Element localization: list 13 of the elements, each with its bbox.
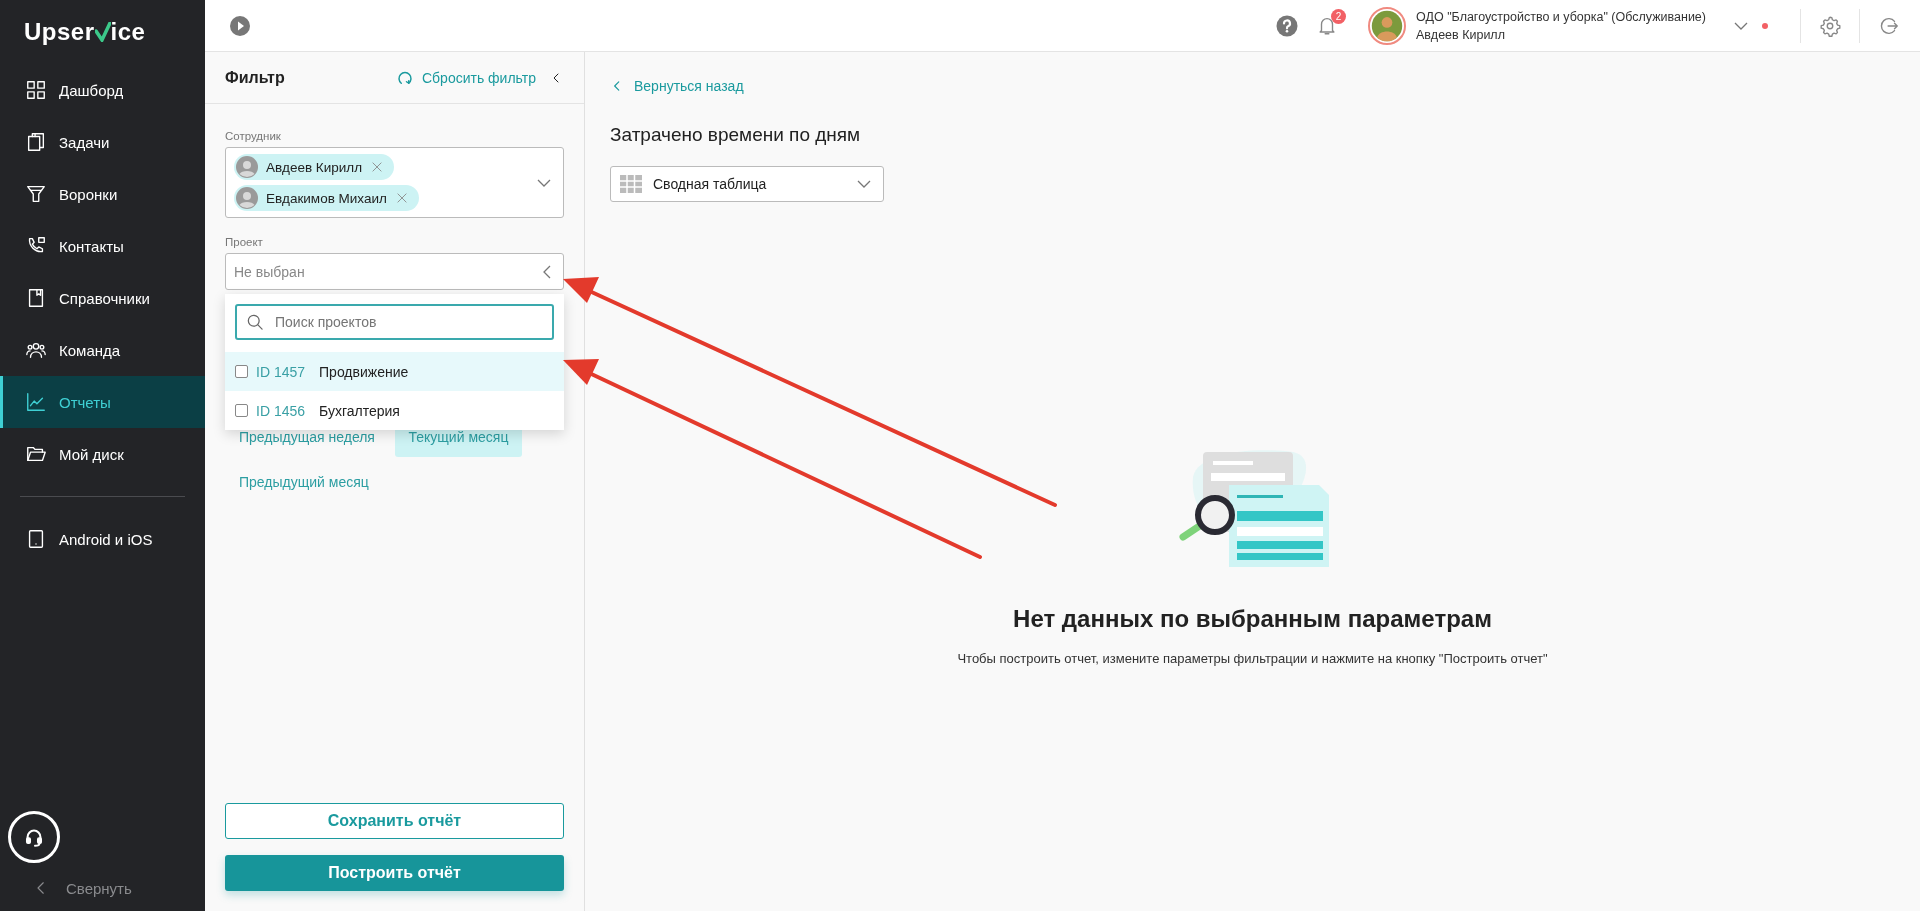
empty-state-title: Нет данных по выбранным параметрам [1013,605,1492,633]
user-name: Авдеев Кирилл [1416,27,1506,42]
field-label: Сотрудник [225,130,282,142]
organization-name: ОДО "Благоустройство и уборка" (Обслуживание) [1416,9,1706,24]
logo-text: Upser [24,18,95,46]
notification-badge: 2 [1331,8,1346,24]
empty-state-text: Чтобы построить отчет, измените параметры фильтрации и нажмите на кнопку "Построить отчет" [957,651,1548,666]
logo-text: ice [110,18,146,46]
employee-name: Евдакимов Михаил [266,190,387,206]
field-label: Проект [225,236,264,248]
employee-name: Авдеев Кирилл [266,159,363,175]
report-title: Затрачено времени по дням [610,124,861,146]
filter-title: Фильтр [225,68,286,87]
